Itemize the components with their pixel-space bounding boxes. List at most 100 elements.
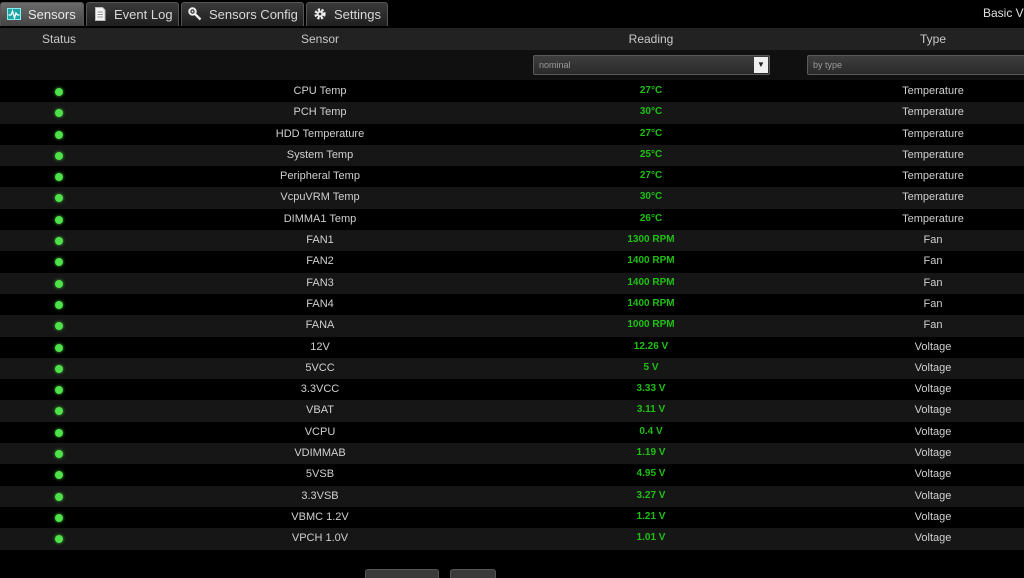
sensor-reading: 4.95 V <box>636 468 666 480</box>
table-row[interactable]: 3.3VCC 3.33 V Voltage <box>0 379 1024 400</box>
tab-event-log[interactable]: Event Log <box>86 2 179 26</box>
sensor-name: FANA <box>305 319 335 332</box>
sensor-reading: 1400 RPM <box>627 255 675 267</box>
sensor-name: 3.3VCC <box>300 383 340 396</box>
status-ok-icon <box>55 471 63 480</box>
column-status[interactable]: Status <box>42 32 76 46</box>
sensor-reading: 3.27 V <box>636 489 666 501</box>
sensor-reading: 30°C <box>639 106 663 118</box>
table-row[interactable]: VDIMMAB 1.19 V Voltage <box>0 443 1024 465</box>
tab-sensors-config[interactable]: Sensors Config <box>181 2 304 26</box>
sensor-reading: 27°C <box>639 127 663 139</box>
table-row[interactable]: FAN4 1400 RPM Fan <box>0 294 1024 315</box>
sensor-type: Temperature <box>902 191 964 204</box>
sensor-type: Temperature <box>902 212 964 225</box>
status-ok-icon <box>55 386 63 395</box>
bottom-button-1[interactable] <box>365 569 439 578</box>
sensor-name: PCH Temp <box>293 106 347 119</box>
column-type[interactable]: Type <box>920 32 946 46</box>
status-ok-icon <box>55 237 63 246</box>
sensor-reading: 0.4 V <box>639 425 663 437</box>
table-row[interactable]: PCH Temp 30°C Temperature <box>0 102 1024 124</box>
type-filter-value: by type <box>813 60 843 70</box>
table-row[interactable]: CPU Temp 27°C Temperature <box>0 81 1024 102</box>
sensor-name: VCPU <box>304 425 336 438</box>
sensor-type: Temperature <box>902 148 964 161</box>
sensor-reading: 1.19 V <box>636 447 666 459</box>
sensor-name: VDIMMAB <box>294 447 346 460</box>
status-ok-icon <box>55 300 63 309</box>
tab-bar: Sensors Event Log Sensors Config Setting… <box>0 0 1024 28</box>
table-row[interactable]: 5VCC 5 V Voltage <box>0 357 1024 380</box>
sensor-type: Fan <box>923 297 943 310</box>
table-row[interactable]: 5VSB 4.95 V Voltage <box>0 464 1024 485</box>
status-ok-icon <box>55 88 63 96</box>
table-row[interactable]: FAN2 1400 RPM Fan <box>0 251 1024 272</box>
sensor-name: 3.3VSB <box>301 489 339 502</box>
status-ok-icon <box>55 492 63 501</box>
sensor-reading: 25°C <box>639 148 663 160</box>
table-row[interactable]: FAN3 1400 RPM Fan <box>0 272 1024 294</box>
sensor-type: Temperature <box>902 106 964 119</box>
sensor-type: Voltage <box>914 340 952 353</box>
sensor-type: Fan <box>923 234 943 247</box>
type-filter-select[interactable]: by type <box>807 55 1024 75</box>
column-reading[interactable]: Reading <box>629 32 674 46</box>
status-ok-icon <box>55 428 63 437</box>
table-row[interactable]: VBMC 1.2V 1.21 V Voltage <box>0 507 1024 528</box>
column-sensor[interactable]: Sensor <box>301 32 339 46</box>
sensor-reading: 1000 RPM <box>627 319 675 331</box>
sensor-reading: 26°C <box>639 212 663 224</box>
table-row[interactable]: HDD Temperature 27°C Temperature <box>0 124 1024 145</box>
table-row[interactable]: FANA 1000 RPM Fan <box>0 315 1024 337</box>
table-row[interactable]: 12V 12.26 V Voltage <box>0 337 1024 358</box>
sensor-type: Voltage <box>914 383 952 396</box>
table-row[interactable]: VCPU 0.4 V Voltage <box>0 422 1024 443</box>
chevron-down-icon[interactable]: ▼ <box>754 57 768 73</box>
table-row[interactable]: 3.3VSB 3.27 V Voltage <box>0 485 1024 507</box>
sensor-name: 12V <box>310 340 330 353</box>
tab-label: Event Log <box>114 7 173 22</box>
sensor-name: DIMMA1 Temp <box>283 212 357 225</box>
sensors-chart-icon <box>7 8 21 21</box>
sensor-reading: 1400 RPM <box>627 297 675 309</box>
sensor-type: Fan <box>923 255 943 268</box>
filter-row: nominal ▼ by type <box>0 50 1024 80</box>
tab-sensors[interactable]: Sensors <box>0 2 84 26</box>
bottom-button-2[interactable] <box>450 569 496 578</box>
table-row[interactable]: VcpuVRM Temp 30°C Temperature <box>0 187 1024 209</box>
status-ok-icon <box>55 364 63 373</box>
document-icon <box>95 7 106 21</box>
sensor-type: Temperature <box>902 127 964 140</box>
sensor-name: 5VSB <box>305 468 335 481</box>
reading-filter-select[interactable]: nominal ▼ <box>533 55 770 75</box>
sensor-type: Fan <box>923 276 943 289</box>
table-row[interactable]: Peripheral Temp 27°C Temperature <box>0 166 1024 187</box>
sensor-name: VBMC 1.2V <box>291 510 349 523</box>
sensor-reading: 3.33 V <box>636 383 666 395</box>
sensor-type: Voltage <box>914 489 952 502</box>
reading-filter-value: nominal <box>539 60 571 70</box>
sensor-table-body: CPU Temp 27°C Temperature PCH Temp 30°C Tempe… <box>0 81 1024 550</box>
table-row[interactable]: VBAT 3.11 V Voltage <box>0 400 1024 422</box>
table-row[interactable]: System Temp 25°C Temperature <box>0 144 1024 167</box>
sensor-name: HDD Temperature <box>275 127 365 140</box>
sensor-reading: 1300 RPM <box>627 234 675 246</box>
table-row[interactable]: FAN1 1300 RPM Fan <box>0 230 1024 252</box>
sensor-name: CPU Temp <box>293 85 347 97</box>
sensor-type: Voltage <box>914 361 952 374</box>
tab-settings[interactable]: Settings <box>306 2 388 26</box>
sensor-type: Fan <box>923 319 943 332</box>
sensor-type: Voltage <box>914 447 952 460</box>
status-ok-icon <box>55 151 63 160</box>
wrench-icon <box>188 7 202 21</box>
sensor-name: VPCH 1.0V <box>291 532 349 545</box>
table-row[interactable]: VPCH 1.0V 1.01 V Voltage <box>0 528 1024 550</box>
sensor-name: Peripheral Temp <box>280 170 360 183</box>
sensor-name: 5VCC <box>305 361 335 374</box>
sensor-reading: 1.21 V <box>636 510 666 522</box>
table-row[interactable]: DIMMA1 Temp 26°C Temperature <box>0 209 1024 230</box>
status-ok-icon <box>55 258 63 267</box>
status-ok-icon <box>55 130 63 139</box>
tab-label: Settings <box>334 7 381 22</box>
